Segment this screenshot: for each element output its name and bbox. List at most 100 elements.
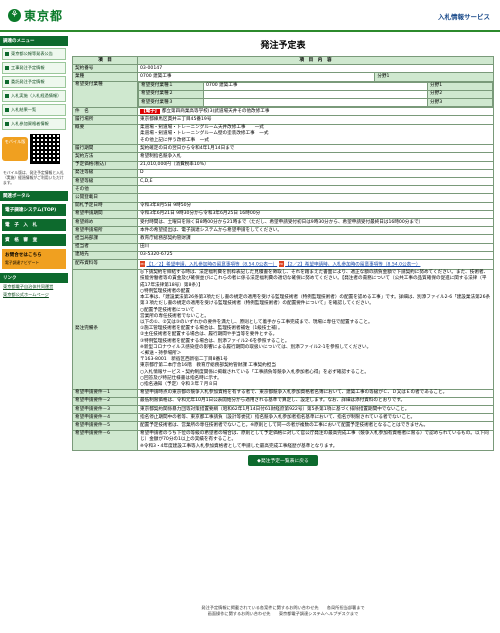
sub-value: 0700 建築工事 [203, 81, 428, 91]
bullet-icon [5, 80, 9, 84]
sub-field: 分野2 [427, 89, 493, 100]
details-table: 項 目 項 目 内 容 契約番号 03-00147 業種 0700 建築工事 分… [72, 55, 494, 452]
table-row: 契約方法 希望制指名競争入札 [72, 152, 494, 162]
portal-label: 資 格 審 査 [5, 238, 38, 243]
row-value: 希望申請時点の東京都の競争入札参加資格を有する者で、東京都競争入札参加資格者名簿… [137, 388, 494, 398]
table-row: 公開登載日 [72, 193, 494, 203]
row-label: 予定価格(税込) [72, 160, 138, 170]
sub-value [203, 89, 428, 100]
table-row: 概要 柔道場・剣道場・トレーニングルーム天井改修工事 一式 柔道場・剣道場・トレ… [72, 123, 494, 146]
row-value: 本件の希望提出は、電子調達システムから希望申請をしてください。 [137, 226, 494, 236]
sidebar-portal-heading: 関連ポータル [0, 191, 68, 201]
row-label: 発注等級 [72, 168, 138, 179]
sidebar-item-label: 入札実施（入札経過情報） [11, 93, 62, 98]
table-row: 件 名 【電子】 都立第四商業高等学校(3)武道場天井その他改修工事 [72, 107, 494, 117]
row-label: 希望等級 [72, 177, 138, 187]
table-row: 担当者 田川 [72, 242, 494, 252]
tokyo-logo[interactable]: ⚘ 東京都 [8, 7, 63, 24]
sidebar-item-construction[interactable]: 工事発注予定情報 [2, 62, 66, 74]
table-row: 希望申請期間 令和3年6月21日 9時30分から令和3年6月25日 16時00分 [72, 209, 494, 220]
sidebar-item-commission[interactable]: 委託発注予定情報 [2, 76, 66, 88]
header-item: 項 目 [72, 55, 138, 66]
sidebar-item-label: 入札結果一覧 [11, 107, 37, 112]
footer-line: 画面操作に関するお問い合わせ先 東京都電子調達システムヘルプデスクまで [207, 610, 359, 616]
link-jichitai[interactable]: 東京都電子自治体共同運営 [0, 283, 68, 291]
row-label: 希望申請要件－3 [72, 405, 138, 415]
row-value: 指名停止期間中の者等、東京都工事請負（設計等委託）指名競争入札参加者指名基準にお… [137, 413, 494, 423]
mobile-icon[interactable]: モバイル版 [2, 137, 28, 161]
table-row: 業種 0700 建築工事 分野1 [72, 72, 494, 82]
sidebar-portal-qualify[interactable]: 資 格 審 査 [2, 234, 66, 246]
contact-button[interactable]: お問合せはこちら 電子調達ナビゲート [2, 249, 66, 269]
attachment-link[interactable]: 【1／2】希望申請、入札参加時の留意事項等（8.54.0公表一） [146, 262, 277, 267]
sidebar-item-label: 入札参加資格者情報 [11, 121, 49, 126]
row-value [137, 193, 494, 203]
table-row: 希望申請要件－5 配置予定技術者は、営業所の専任技術者でないこと。※原則として同一… [72, 421, 494, 431]
bullet-icon [5, 94, 9, 98]
row-label: 連絡先 [72, 250, 138, 261]
table-row: 配布資料等 PDF 【1／2】希望申請、入札参加時の留意事項等（8.54.0公表… [72, 259, 494, 272]
table-row: 連絡先 03-5320-6725 [72, 250, 494, 261]
row-value: 最低制限価格は、令和元年10月1日公表開始分から適用される基準で算定し、設定しま… [137, 396, 494, 407]
attachments: PDF 【1／2】希望申請、入札参加時の留意事項等（8.54.0公表一） PDF… [137, 259, 494, 272]
table-row: 希望締め 受付時間は、土曜日を除く日8時00分から21時まで（ただし、希望申請受付… [72, 218, 494, 228]
conditions-text: ◎下請契約を締結する時は、法定福利費を別枠表記した見積書を徴取し、それを踏まえた… [137, 268, 494, 390]
row-value: 令和3年8月5日 9時50分 [137, 201, 494, 211]
table-row: 希望申請要件－2 最低制限価格は、令和元年10月1日公表開始分から適用される基準で… [72, 396, 494, 407]
mobile-section: モバイル版 [2, 134, 66, 164]
table-row: 発注完備条 ◎下請契約を締結する時は、法定福利費を別枠表記した見積書を徴取し、そ… [72, 268, 494, 390]
table-row: 履行期間 契約確定の日の翌日から令和4年1月14日まで [72, 144, 494, 154]
sidebar-portal-ebid[interactable]: 電 子 入 札 [2, 219, 66, 231]
row-label: 開札予定日時 [72, 201, 138, 211]
row-value: 令和3年6月21日 9時30分から令和3年6月25日 16時00分 [137, 209, 494, 220]
portal-label: 電子調達システム(TOP) [5, 208, 57, 213]
sidebar-menu-heading: 調達のメニュー [0, 36, 68, 46]
row-extra-label: 分野1 [374, 72, 494, 82]
table-row: 履行場所 東京都練馬区貫井三丁目45番19号 [72, 115, 494, 125]
requirement-rows: 希望申請要件－1 希望申請時点の東京都の競争入札参加資格を有する者で、東京都競争入… [72, 388, 494, 452]
sidebar-item-bid-progress[interactable]: 入札実施（入札経過情報） [2, 90, 66, 102]
row-label: 担当局部課 [72, 234, 138, 244]
pdf-icon: PDF [140, 260, 145, 272]
sub-field: 分野1 [427, 81, 493, 91]
sidebar-item-label: 委託発注予定情報 [11, 79, 45, 84]
row-label: 希望申請期間 [72, 209, 138, 220]
row-label: 希望申請要件－2 [72, 396, 138, 407]
sub-field: 分野3 [427, 98, 493, 108]
row-label: 業種 [72, 72, 138, 82]
sidebar-item-bid-results[interactable]: 入札結果一覧 [2, 104, 66, 116]
summary-line: その他上記に伴う改修工事 一式 [140, 137, 209, 143]
attachment-link[interactable]: 【2／2】希望申請時、入札参加時の留意事項等（8.54.0公表一） [285, 262, 420, 267]
row-value: 21,010,000円（消費税率10%） [137, 160, 494, 170]
pdf-icon: PDF [278, 260, 284, 272]
row-label: 配布資料等 [72, 259, 138, 270]
sidebar: 調達のメニュー 東京都公報等発表公告 工事発注予定情報 委託発注予定情報 入札実… [0, 32, 68, 633]
logo-text: 東京都 [24, 9, 64, 23]
sidebar-item-koho[interactable]: 東京都公報等発表公告 [2, 48, 66, 60]
sidebar-portal-top[interactable]: 電子調達システム(TOP) [2, 204, 66, 216]
sidebar-link-heading: リンク [0, 273, 68, 283]
row-label: 希望申請要件－5 [72, 421, 138, 431]
table-row: 希望申請要件－6 希望申請者のうち下位の等級の希望者の場合は、原則として予定価格に… [72, 429, 494, 452]
table-row: 担当局部課 教育庁総務部契約管財課 [72, 234, 494, 244]
table-header-row: 項 目 項 目 内 容 [72, 55, 494, 66]
table-row: 契約番号 03-00147 [72, 64, 494, 74]
row-value: 東京都契約関係暴力団等対策措置要綱（昭和62年1月14日付61財経庶第922号）… [137, 405, 494, 415]
table-row: 予定価格(税込) 21,010,000円（消費税率10%） [72, 160, 494, 170]
row-label: 担当者 [72, 242, 138, 252]
link-official-site[interactable]: 東京都公式ホームページ [0, 291, 68, 299]
row-value: C,D,E [137, 177, 494, 187]
desired-subtable: 希望受付業種１ 0700 建築工事 分野1 希望受付業種２ 分野2 希望受付業種３ 分野… [138, 81, 493, 108]
contact-label: お問合せはこちら [5, 253, 42, 258]
sidebar-item-qualified[interactable]: 入札参加資格者情報 [2, 118, 66, 130]
qr-code-icon [30, 134, 60, 164]
sub-label: 希望受付業種１ [138, 81, 204, 91]
sidebar-item-label: 工事発注予定情報 [11, 65, 45, 70]
table-row: 希望申請場所 本件の希望提出は、電子調達システムから希望申請をしてください。 [72, 226, 494, 236]
row-label: 希望申請要件－1 [72, 388, 138, 398]
back-to-list-button[interactable]: ◆発注予定一覧表に戻る [248, 455, 318, 467]
sub-value [203, 98, 428, 108]
bullet-icon [5, 66, 9, 70]
row-label: 公開登載日 [72, 193, 138, 203]
row-label: 希望締め [72, 218, 138, 228]
